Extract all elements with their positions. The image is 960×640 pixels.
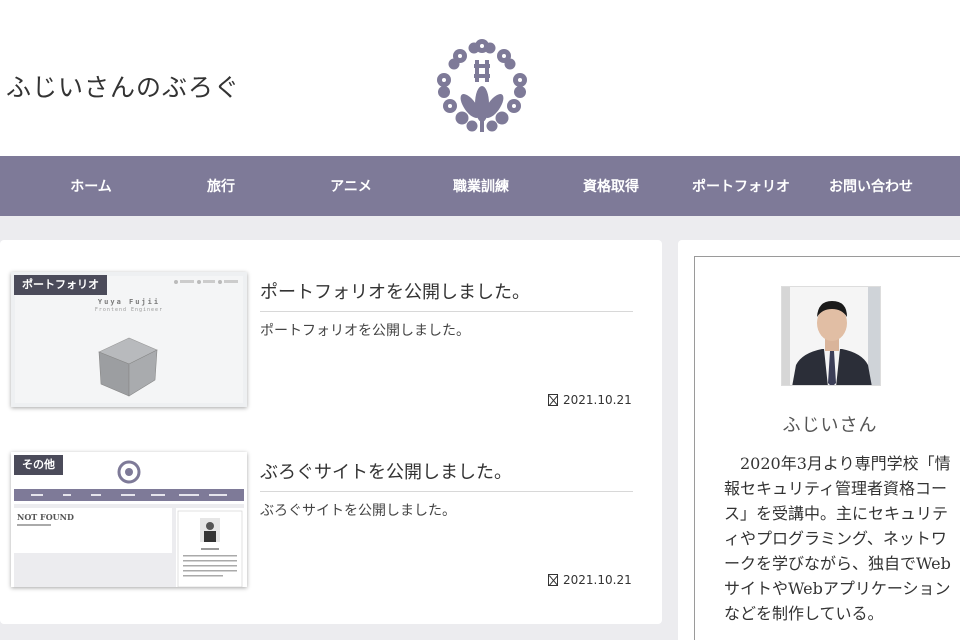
date-text: 2021.10.21: [563, 393, 632, 407]
entry-thumbnail[interactable]: Yuya Fujii Frontend Engineer ポートフォリオ: [11, 272, 247, 407]
nav-item-portfolio[interactable]: ポートフォリオ: [676, 156, 806, 216]
global-nav: ホーム 旅行 アニメ 職業訓練 資格取得 ポートフォリオ お問い合わせ: [0, 156, 960, 216]
profile-widget: ふじいさん 2020年3月より専門学校「情報セキュリティ管理者資格コース」を受講…: [694, 256, 960, 640]
nav-item-certification[interactable]: 資格取得: [546, 156, 676, 216]
date-icon: [548, 394, 558, 406]
divider: [260, 311, 633, 312]
thumb-subtitle: Frontend Engineer: [94, 307, 164, 313]
article-list: Yuya Fujii Frontend Engineer ポートフォリオ ポート…: [0, 240, 662, 624]
nav-item-anime[interactable]: アニメ: [286, 156, 416, 216]
author-name: ふじいさん: [782, 415, 878, 436]
nav-item-travel[interactable]: 旅行: [156, 156, 286, 216]
date-icon: [548, 574, 558, 586]
entry-date: 2021.10.21: [548, 573, 632, 587]
author-bio: 2020年3月より専門学校「情報セキュリティ管理者資格コース」を受講中。主にセキ…: [724, 454, 951, 623]
family-crest-icon[interactable]: [430, 36, 534, 134]
nav-item-contact[interactable]: お問い合わせ: [806, 156, 936, 216]
entry-date: 2021.10.21: [548, 393, 632, 407]
date-text: 2021.10.21: [563, 573, 632, 587]
list-item[interactable]: NOT FOUND その他 ぶろぐサイトを公開しました。 ぶろぐサイトを公開しま…: [0, 420, 662, 587]
thumb-name: Yuya Fujii: [97, 298, 161, 306]
avatar: [781, 286, 881, 386]
entry-snippet: ポートフォリオを公開しました。: [260, 323, 470, 339]
thumb-notfound: NOT FOUND: [17, 512, 74, 522]
sidebar: ふじいさん 2020年3月より専門学校「情報セキュリティ管理者資格コース」を受講…: [678, 240, 960, 640]
category-label: その他: [14, 455, 63, 475]
site-header: ふじいさんのぶろぐ: [0, 0, 960, 156]
category-label: ポートフォリオ: [14, 275, 107, 295]
entry-thumbnail[interactable]: NOT FOUND その他: [11, 452, 247, 587]
entry-title[interactable]: ポートフォリオを公開しました。: [260, 278, 530, 304]
nav-item-training[interactable]: 職業訓練: [416, 156, 546, 216]
entry-title[interactable]: ぶろぐサイトを公開しました。: [260, 458, 512, 484]
entry-snippet: ぶろぐサイトを公開しました。: [260, 503, 456, 519]
site-title[interactable]: ふじいさんのぶろぐ: [6, 68, 240, 104]
nav-item-home[interactable]: ホーム: [26, 156, 156, 216]
divider: [260, 491, 633, 492]
list-item[interactable]: Yuya Fujii Frontend Engineer ポートフォリオ ポート…: [0, 240, 662, 407]
